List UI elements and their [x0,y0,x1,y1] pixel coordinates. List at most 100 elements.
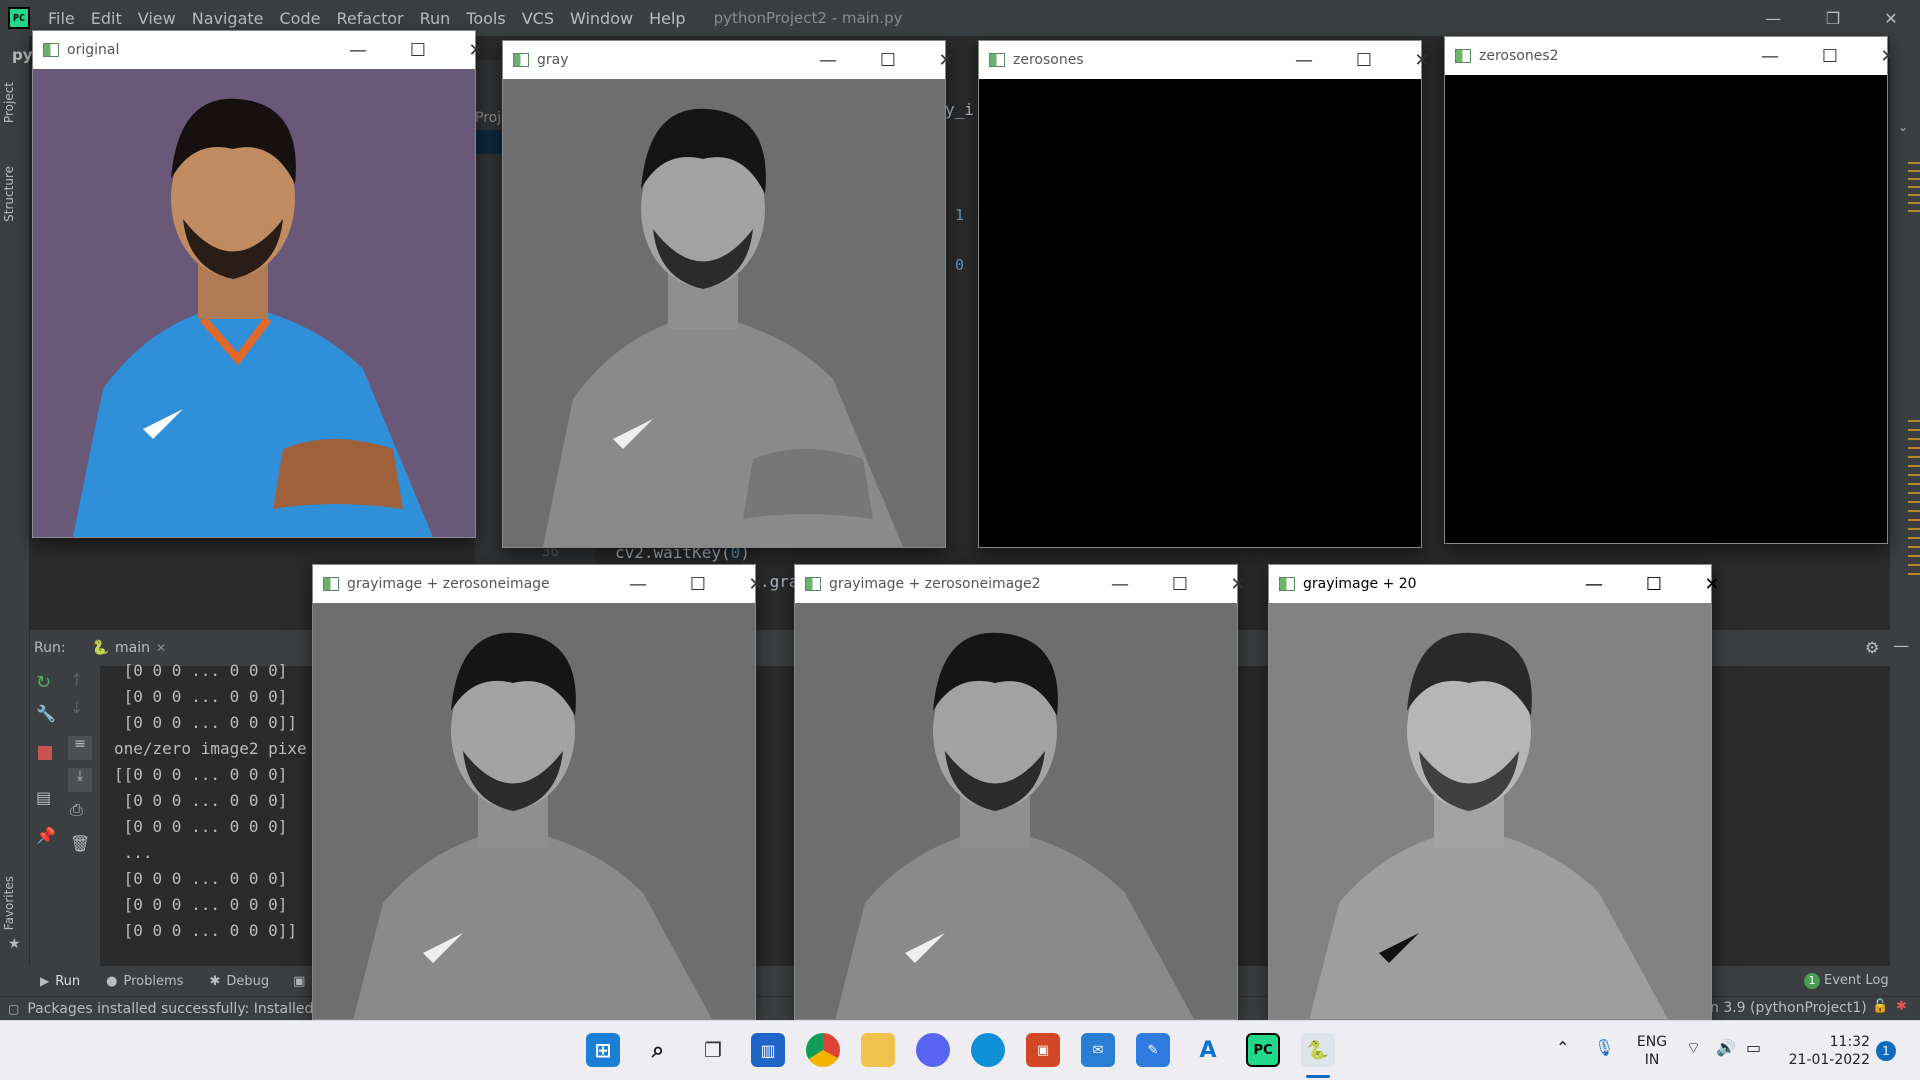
cv-window-gray-plus-20[interactable]: grayimage + 20 — ☐ ✕ [1268,564,1720,1020]
menu-edit[interactable]: Edit [83,9,130,28]
close-icon[interactable]: ✕ [1683,565,1741,603]
layout-icon[interactable]: ▤ [36,788,51,807]
cv-titlebar[interactable]: grayimage + zerosoneimage2 — ☐ ✕ [795,565,1246,603]
language-indicator[interactable]: ENG IN [1632,1033,1672,1069]
cv-titlebar[interactable]: grayimage + zerosoneimage — ☐ ✕ [313,565,764,603]
search-icon[interactable]: ⌕ [641,1033,675,1067]
close-icon[interactable]: ✕ [1393,41,1451,79]
ide-restore-icon[interactable]: ❐ [1804,0,1862,36]
close-icon[interactable]: ✕ [1209,565,1267,603]
pycharm-icon[interactable]: PC [1246,1033,1280,1067]
minimize-panel-icon[interactable]: — [1893,636,1909,655]
pin-icon[interactable]: 📌 [36,826,56,845]
ide-close-icon[interactable]: ✕ [1862,0,1920,36]
mail-icon[interactable]: ✉ [1081,1033,1115,1067]
close-icon[interactable]: ✕ [917,41,975,79]
trash-icon[interactable]: 🗑 [70,834,90,853]
tab-debug[interactable]: Debug [226,974,269,989]
maximize-icon[interactable]: ☐ [1335,41,1393,79]
cv-titlebar[interactable]: grayimage + 20 — ☐ ✕ [1269,565,1720,603]
minimize-icon[interactable]: — [1565,565,1623,603]
office-icon[interactable]: ▣ [1026,1033,1060,1067]
clock[interactable]: 11:32 21-01-2022 [1780,1033,1870,1069]
minimize-icon[interactable]: — [799,41,857,79]
minimize-icon[interactable]: — [1091,565,1149,603]
volume-icon[interactable]: 🔊 [1716,1039,1736,1057]
widgets-icon[interactable]: ▥ [751,1033,785,1067]
cv-window-gray-plus-zerosone[interactable]: grayimage + zerosoneimage — ☐ ✕ [312,564,764,1020]
cv-titlebar[interactable]: gray — ☐ ✕ [503,41,954,79]
maximize-icon[interactable]: ☐ [859,41,917,79]
maximize-icon[interactable]: ☐ [389,31,447,69]
microphone-icon[interactable]: 🎙 [1594,1039,1614,1057]
menu-refactor[interactable]: Refactor [328,9,411,28]
soft-wrap-icon[interactable]: ≡ [68,736,92,760]
status-message[interactable]: Packages installed successfully: Install… [27,1001,335,1017]
cv-window-gray[interactable]: gray — ☐ ✕ [502,40,954,548]
python-icon[interactable]: 🐍 [1301,1033,1335,1067]
event-log-tab[interactable]: Event Log [1824,973,1889,988]
close-icon[interactable]: ✕ [1859,37,1917,75]
arrow-up-icon[interactable]: ↑ [70,670,83,689]
minimize-icon[interactable]: — [609,565,667,603]
menu-navigate[interactable]: Navigate [184,9,272,28]
menu-tools[interactable]: Tools [458,9,513,28]
cv-window-zerosones2[interactable]: zerosones2 — ☐ ✕ [1444,36,1896,544]
maximize-icon[interactable]: ☐ [669,565,727,603]
arrow-down-icon[interactable]: ↓ [70,698,83,717]
battery-icon[interactable]: ▭ [1746,1039,1761,1057]
cv-window-zerosones[interactable]: zerosones — ☐ ✕ [978,40,1430,548]
terminal-icon[interactable]: ▣ [293,974,305,989]
menu-code[interactable]: Code [272,9,329,28]
discord-icon[interactable] [916,1033,950,1067]
cv-window-original[interactable]: original — ☐ ✕ [32,30,484,538]
menu-run[interactable]: Run [412,9,459,28]
status-layout-icon[interactable]: ▢ [8,1002,19,1016]
task-view-icon[interactable]: ❐ [696,1033,730,1067]
minimize-icon[interactable]: — [329,31,387,69]
menu-vcs[interactable]: VCS [514,9,562,28]
wrench-icon[interactable]: 🔧 [36,704,56,723]
rerun-icon[interactable]: ↻ [36,672,51,693]
chrome-icon[interactable] [806,1033,840,1067]
file-explorer-icon[interactable] [861,1033,895,1067]
stop-icon[interactable] [38,746,52,760]
interpreter-label[interactable]: n 3.9 (pythonProject1) [1710,1000,1867,1016]
tab-problems[interactable]: Problems [124,974,184,989]
close-icon[interactable]: ✕ [156,641,166,655]
tab-project[interactable]: Project [2,82,16,123]
menu-window[interactable]: Window [562,9,641,28]
menu-file[interactable]: File [40,9,83,28]
cv-window-gray-plus-zerosone2[interactable]: grayimage + zerosoneimage2 — ☐ ✕ [794,564,1246,1020]
menu-help[interactable]: Help [641,9,693,28]
menu-view[interactable]: View [130,9,184,28]
notepad-icon[interactable]: ✎ [1136,1033,1170,1067]
print-icon[interactable]: ⎙ [70,800,83,820]
scroll-to-end-icon[interactable]: ⤓ [68,768,92,792]
close-icon[interactable]: ✕ [447,31,505,69]
edge-icon[interactable] [971,1033,1005,1067]
minimize-icon[interactable]: — [1741,37,1799,75]
tab-run[interactable]: Run [55,974,80,989]
cv-titlebar[interactable]: zerosones2 — ☐ ✕ [1445,37,1896,75]
start-icon[interactable]: ⊞ [586,1033,620,1067]
maximize-icon[interactable]: ☐ [1801,37,1859,75]
run-config-tab[interactable]: main [115,640,150,656]
lock-icon[interactable]: 🔓 [1872,999,1888,1014]
maximize-icon[interactable]: ☐ [1625,565,1683,603]
chevron-down-icon[interactable]: ⌄ [1898,120,1908,134]
azure-icon[interactable]: A [1191,1033,1225,1067]
ide-minimize-icon[interactable]: — [1744,0,1802,36]
tab-favorites[interactable]: Favorites [2,876,16,930]
inspection-icon[interactable]: ✱ [1896,999,1907,1014]
cv-titlebar[interactable]: original — ☐ ✕ [33,31,484,69]
close-icon[interactable]: ✕ [727,565,785,603]
wifi-icon[interactable]: ⌔ [1686,1039,1701,1057]
cv-titlebar[interactable]: zerosones — ☐ ✕ [979,41,1430,79]
notification-badge[interactable]: 1 [1876,1041,1896,1061]
gear-icon[interactable]: ⚙ [1865,638,1879,657]
chevron-up-icon[interactable]: ⌃ [1556,1039,1569,1057]
tab-structure[interactable]: Structure [2,166,16,222]
maximize-icon[interactable]: ☐ [1151,565,1209,603]
minimize-icon[interactable]: — [1275,41,1333,79]
